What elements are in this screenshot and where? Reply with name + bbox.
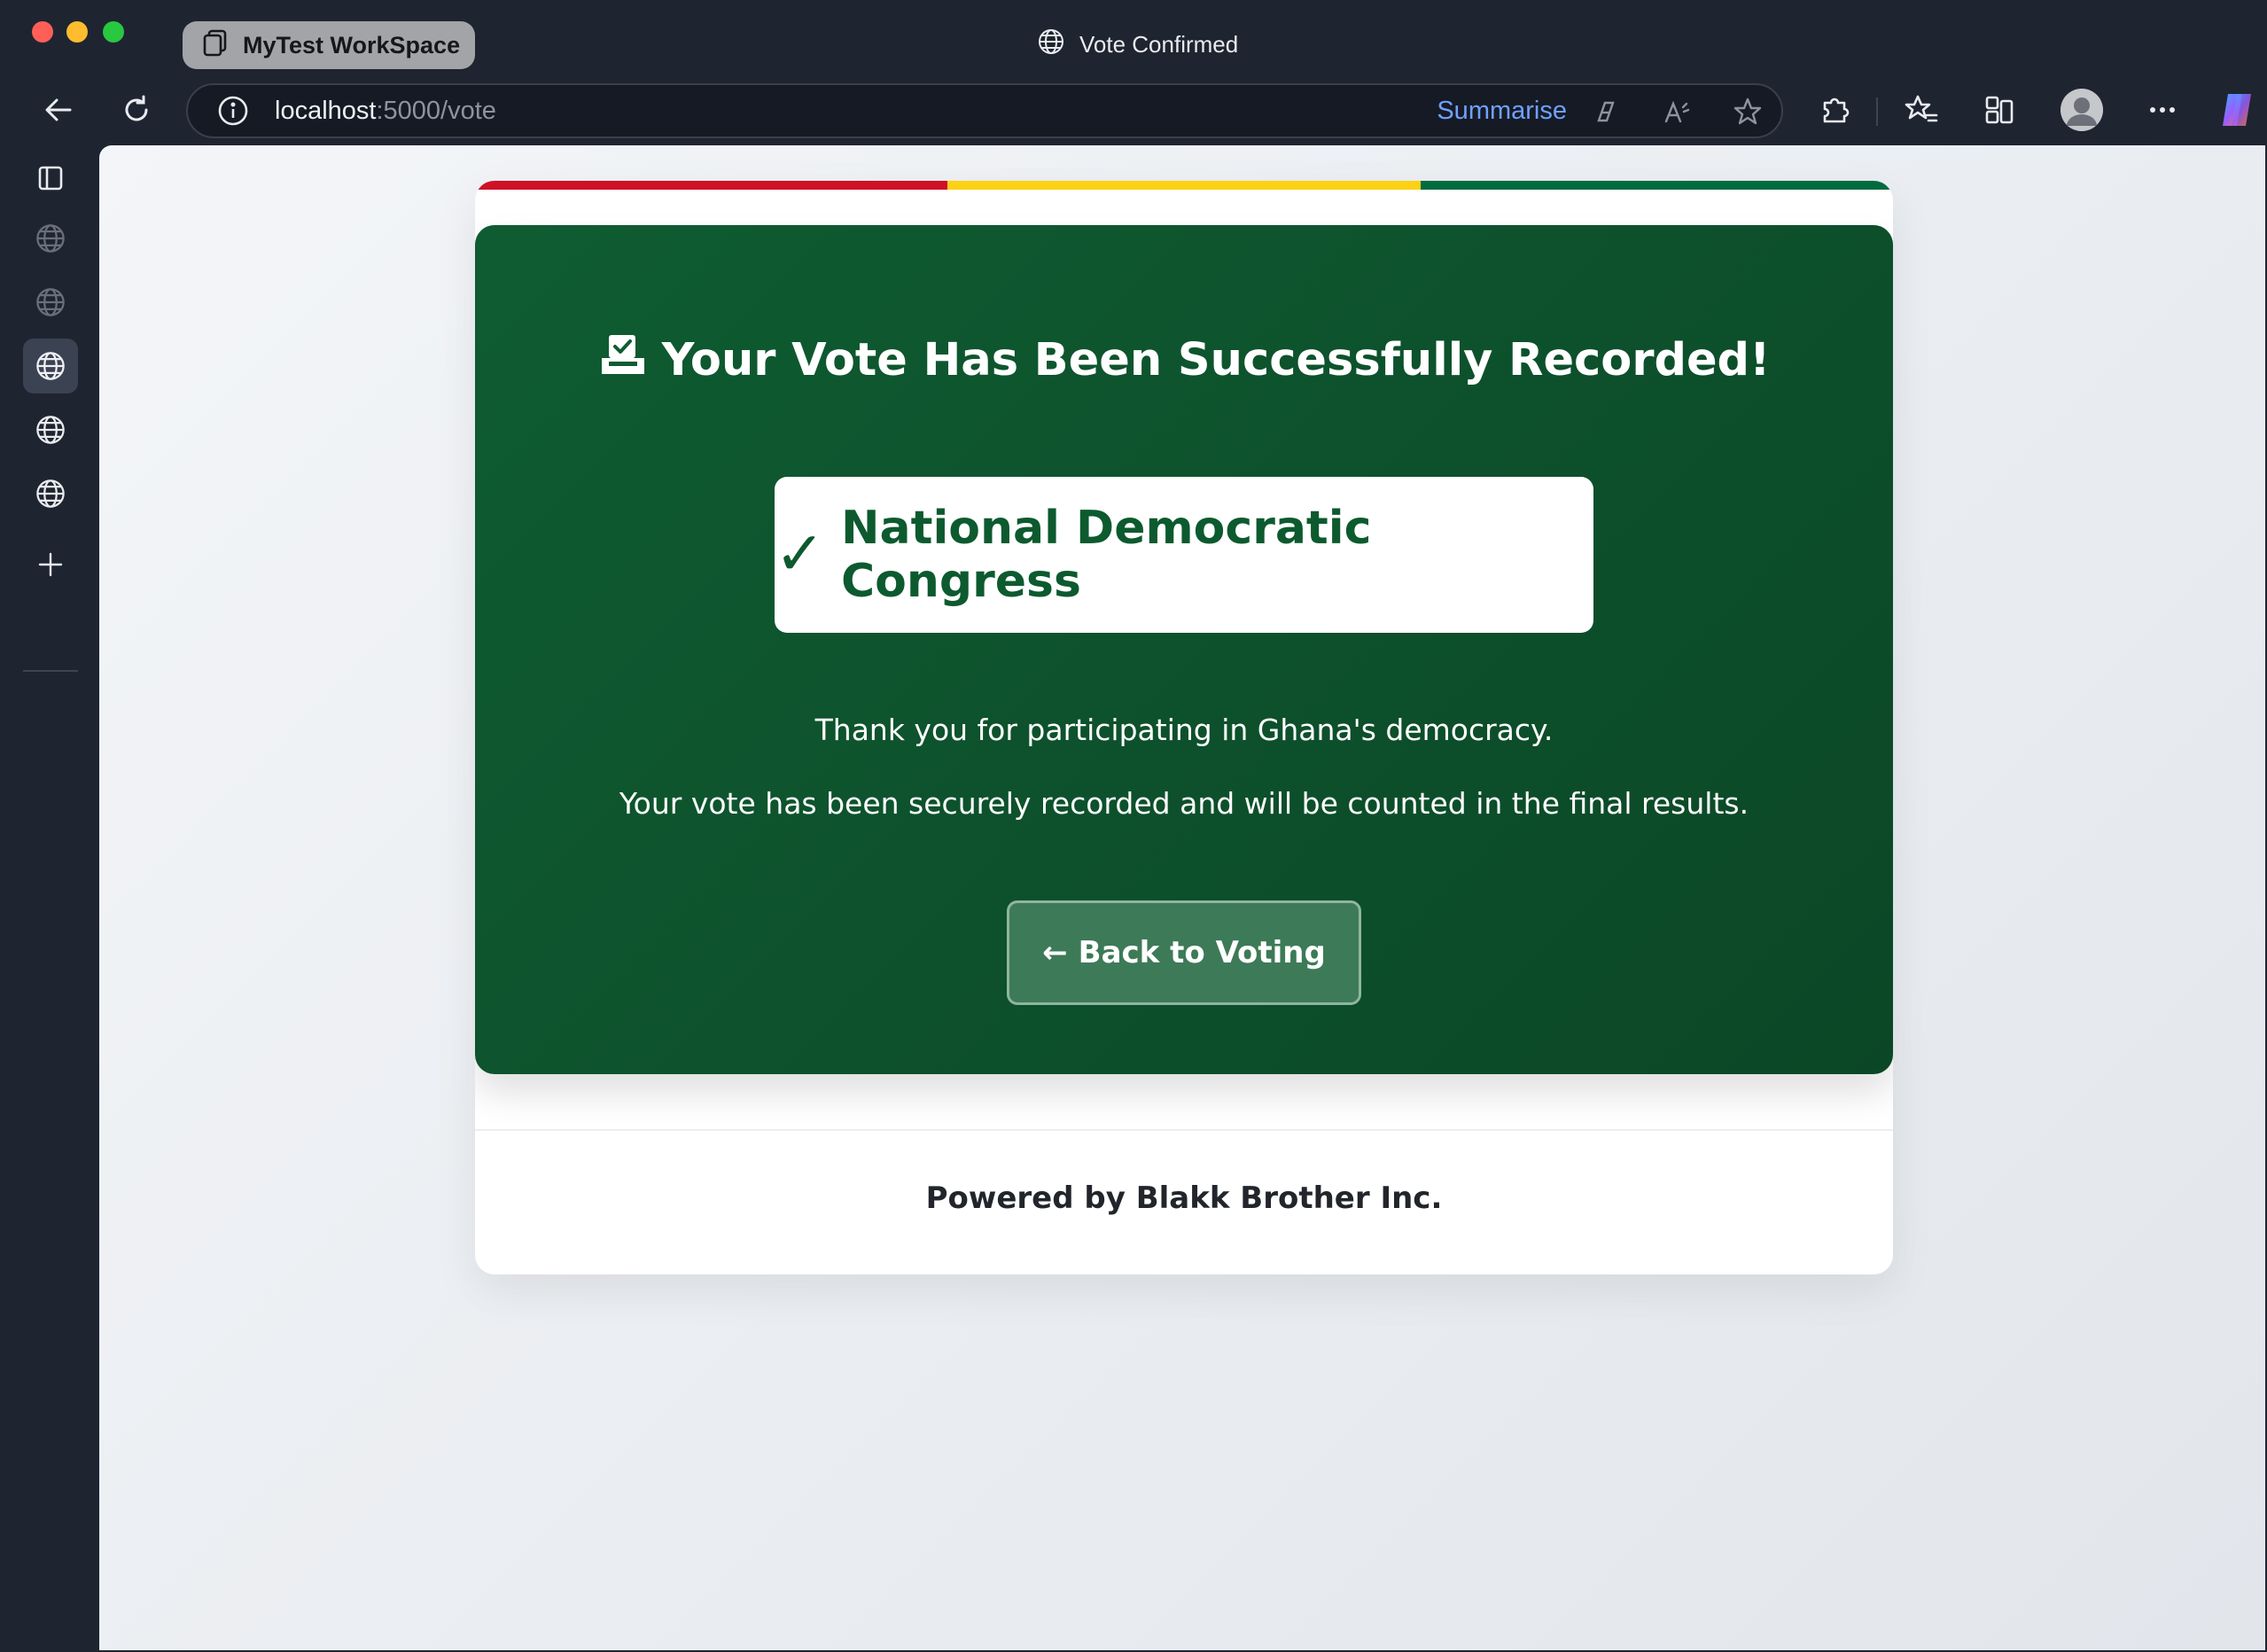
minimize-window-button[interactable]: [66, 21, 88, 43]
flag-stripe-red: [475, 181, 948, 190]
ghana-flag-bar: [475, 181, 1893, 190]
collections-icon[interactable]: [1975, 85, 2024, 135]
copilot-summarise-icon[interactable]: [1588, 94, 1624, 129]
globe-icon[interactable]: [23, 466, 78, 521]
more-icon[interactable]: [2138, 85, 2187, 135]
profile-icon[interactable]: [2061, 89, 2103, 131]
footer-divider: [475, 1129, 1893, 1131]
back-to-voting-button[interactable]: ← Back to Voting: [1007, 900, 1361, 1005]
back-button-label: Back to Voting: [1078, 935, 1326, 970]
summarise-button[interactable]: Summarise: [1437, 97, 1567, 126]
toolbar-divider: [1876, 97, 1878, 126]
headline-text: Your Vote Has Been Successfully Recorded…: [661, 334, 1771, 386]
maximize-window-button[interactable]: [103, 21, 124, 43]
copilot-icon[interactable]: [2216, 89, 2258, 131]
globe-icon[interactable]: [23, 211, 78, 266]
page-title: Your Vote Has Been Successfully Recorded…: [475, 331, 1893, 389]
footer-text: Powered by Blakk Brother Inc.: [925, 1181, 1443, 1216]
globe-icon[interactable]: [23, 339, 78, 394]
confirmation-card: Your Vote Has Been Successfully Recorded…: [475, 181, 1893, 1274]
sidebar-divider: [23, 670, 78, 672]
checkmark-icon: ✓: [775, 519, 825, 589]
ballot-box-icon: [598, 331, 648, 389]
extensions-icon[interactable]: [1810, 85, 1859, 135]
title-bar: MyTest WorkSpace Vote Confirmed: [0, 0, 2267, 82]
flag-stripe-green: [1420, 181, 1893, 190]
tab-actions-icon[interactable]: [23, 151, 78, 206]
plus-icon[interactable]: [23, 537, 78, 592]
arrow-left-icon: ←: [1042, 935, 1068, 970]
party-name: National Democratic Congress: [840, 502, 1372, 608]
window-title: Vote Confirmed: [1037, 27, 1238, 62]
selected-party-box: ✓ National Democratic Congress: [775, 477, 1593, 633]
favorites-icon[interactable]: [1897, 85, 1946, 135]
workspace-icon: [200, 27, 230, 64]
window-title-text: Vote Confirmed: [1079, 30, 1239, 58]
info-icon[interactable]: [216, 94, 250, 128]
workspace-button[interactable]: MyTest WorkSpace: [183, 21, 475, 69]
success-panel: Your Vote Has Been Successfully Recorded…: [475, 225, 1893, 1074]
page-viewport: Your Vote Has Been Successfully Recorded…: [99, 145, 2265, 1650]
globe-icon[interactable]: [23, 402, 78, 457]
vote-recorded-message: Your vote has been securely recorded and…: [619, 786, 1749, 821]
read-aloud-icon[interactable]: [1659, 94, 1694, 129]
favorite-star-icon[interactable]: [1730, 94, 1765, 129]
address-bar[interactable]: localhost:5000/vote Summarise: [186, 83, 1783, 138]
vertical-tabs-sidebar: [0, 142, 99, 1652]
flag-stripe-gold: [947, 181, 1421, 190]
globe-icon[interactable]: [23, 275, 78, 330]
back-icon[interactable]: [34, 85, 83, 135]
address-host: localhost: [275, 96, 377, 125]
thank-you-message: Thank you for participating in Ghana's d…: [814, 713, 1554, 747]
refresh-icon[interactable]: [112, 85, 161, 135]
workspace-label: MyTest WorkSpace: [243, 31, 461, 58]
address-path: :5000/vote: [376, 96, 496, 125]
globe-icon: [1037, 27, 1065, 62]
close-window-button[interactable]: [32, 21, 53, 43]
